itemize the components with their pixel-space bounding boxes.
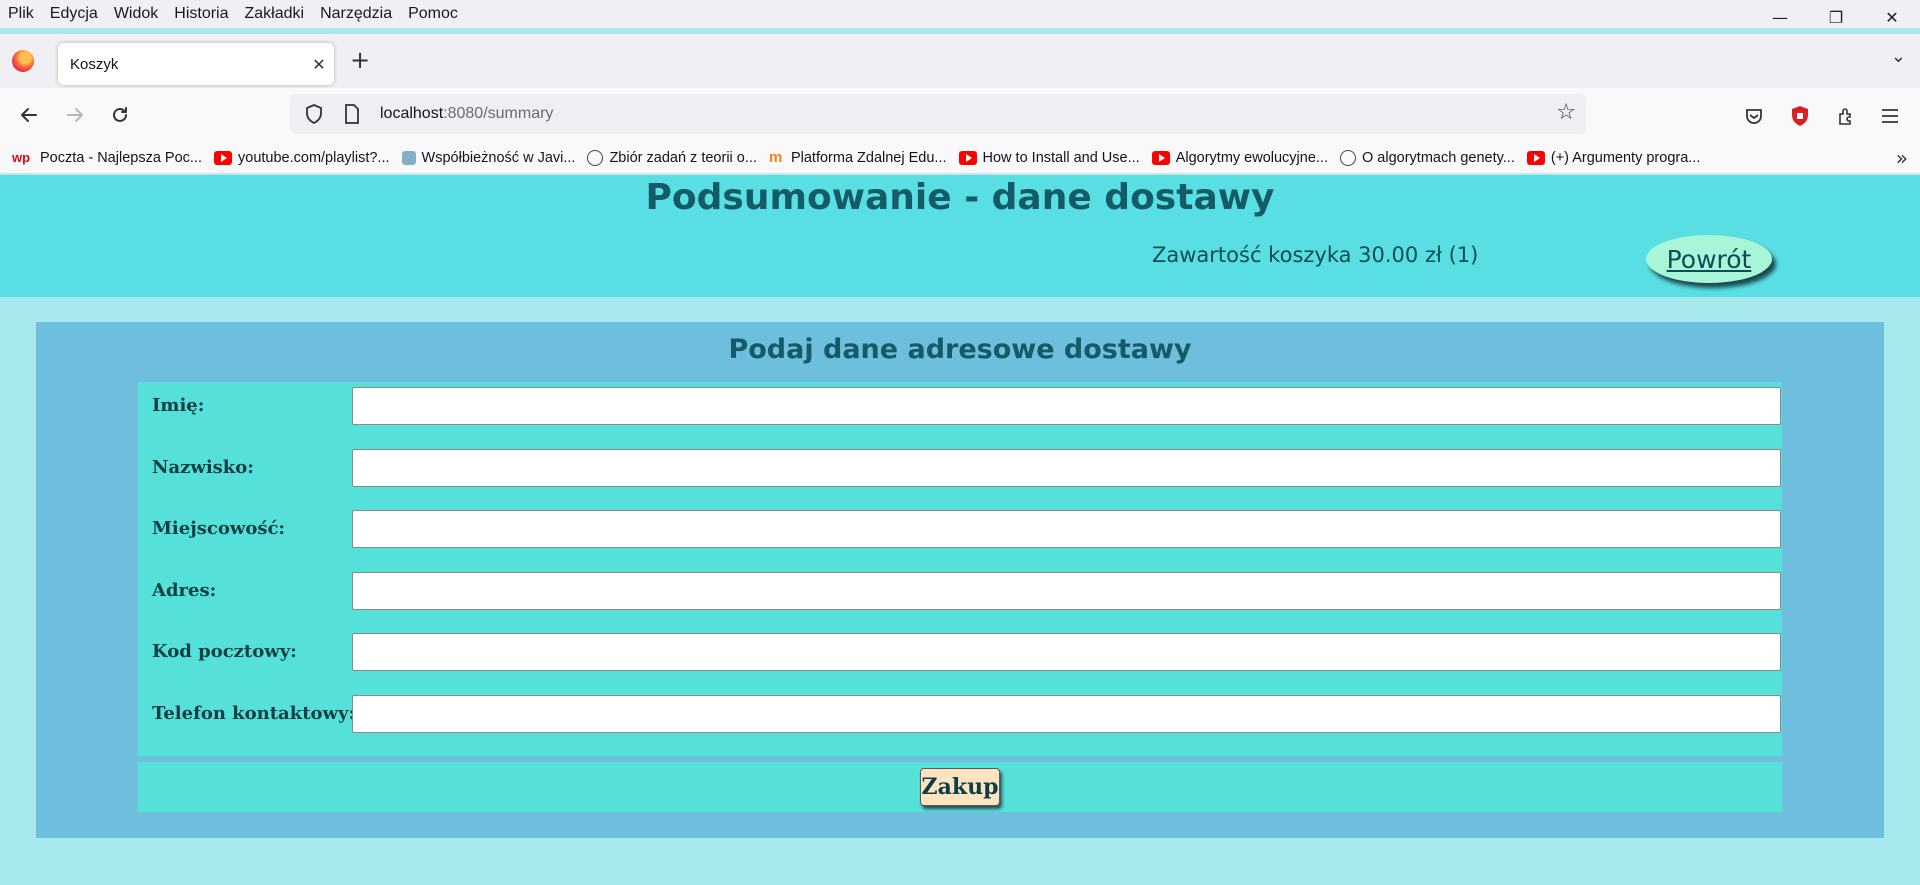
cart-summary: Zawartość koszyka 30.00 zł (1) — [1152, 243, 1479, 267]
globe-icon — [587, 149, 604, 166]
bookmark-item[interactable]: (+) Argumenty progra... — [1526, 149, 1701, 166]
menu-narzedzia[interactable]: Narzędzia — [320, 0, 392, 28]
url-bar[interactable]: localhost:8080/summary ☆ — [290, 94, 1586, 134]
menu-bar: Plik Edycja Widok Historia Zakładki Narz… — [0, 0, 1920, 28]
bookmark-label: How to Install and Use... — [982, 149, 1140, 166]
page-title: Podsumowanie - dane dostawy — [645, 177, 1275, 218]
bookmark-label: youtube.com/playlist?... — [238, 149, 390, 166]
tab-koszyk[interactable]: Koszyk ✕ — [58, 43, 334, 85]
menu-pomoc[interactable]: Pomoc — [408, 0, 458, 28]
bookmark-label: Platforma Zdalnej Edu... — [790, 149, 947, 166]
bookmark-item[interactable]: Zbiór zadań z teorii o... — [587, 149, 757, 166]
form-title: Podaj dane adresowe dostawy — [728, 334, 1192, 365]
url-path: :8080/summary — [443, 105, 554, 122]
page-icon[interactable] — [338, 100, 366, 128]
field-label: Telefon kontaktowy: — [152, 703, 356, 724]
fields-box: Imię: Nazwisko: Miejscowość: Adres: Kod … — [138, 382, 1782, 756]
globe-icon — [1340, 149, 1356, 166]
bookmark-item[interactable]: youtube.com/playlist?... — [214, 150, 390, 166]
bookmark-label: Współbieżność w Javi... — [421, 149, 576, 166]
field-label: Miejscowość: — [152, 518, 286, 539]
tab-title: Koszyk — [70, 55, 119, 73]
back-button[interactable]: Powrót — [1646, 235, 1772, 283]
field-label: Adres: — [152, 580, 217, 601]
page-header: Podsumowanie - dane dostawy Zawartość ko… — [0, 175, 1920, 297]
youtube-icon — [214, 150, 232, 165]
bookmark-item[interactable]: wp Poczta - Najlepsza Poc... — [12, 150, 202, 166]
shield-icon[interactable] — [300, 100, 328, 128]
delivery-form-panel: Podaj dane adresowe dostawy Imię: Nazwis… — [36, 322, 1884, 838]
moodle-icon: m — [768, 148, 783, 166]
close-window-icon[interactable]: ✕ — [1864, 0, 1920, 34]
bookmark-label: Algorytmy ewolucyjne... — [1175, 149, 1328, 166]
window-controls: — ❐ ✕ — [1752, 0, 1920, 34]
bookmark-item[interactable]: m Platforma Zdalnej Edu... — [769, 150, 947, 166]
purchase-button[interactable]: Zakup — [920, 768, 1000, 806]
java-icon — [401, 150, 416, 165]
menu-plik[interactable]: Plik — [8, 0, 34, 28]
field-label: Kod pocztowy: — [152, 641, 297, 662]
youtube-icon — [1151, 150, 1170, 165]
bookmark-label: Poczta - Najlepsza Poc... — [40, 149, 202, 166]
forward-arrow-icon[interactable] — [60, 100, 90, 130]
field-label: Nazwisko: — [152, 457, 254, 478]
menu-edycja[interactable]: Edycja — [50, 0, 98, 28]
navigation-bar: localhost:8080/summary ☆ — [0, 88, 1920, 142]
field-row-adres: Adres: — [138, 572, 1782, 610]
field-row-nazwisko: Nazwisko: — [138, 449, 1782, 487]
bookmark-item[interactable]: Współbieżność w Javi... — [401, 149, 576, 166]
minimize-icon[interactable]: — — [1752, 0, 1808, 34]
submit-box: Zakup — [138, 762, 1782, 812]
list-all-tabs-icon[interactable]: ⌄ — [1891, 46, 1906, 67]
hamburger-menu-icon[interactable] — [1876, 102, 1904, 130]
extensions-icon[interactable] — [1832, 102, 1860, 130]
firefox-logo-icon[interactable] — [12, 50, 34, 72]
reload-icon[interactable] — [105, 100, 135, 130]
bookmarks-toolbar: wp Poczta - Najlepsza Poc... youtube.com/… — [0, 142, 1920, 174]
bookmark-label: Zbiór zadań z teorii o... — [609, 149, 757, 166]
field-row-miejscowosc: Miejscowość: — [138, 510, 1782, 548]
bookmark-item[interactable]: O algorytmach genety... — [1340, 149, 1515, 166]
page-content: Podsumowanie - dane dostawy Zawartość ko… — [0, 175, 1920, 885]
postal-code-input[interactable] — [352, 633, 1781, 671]
tab-close-icon[interactable]: ✕ — [304, 55, 334, 74]
field-row-imie: Imię: — [138, 387, 1782, 425]
url-host: localhost — [380, 105, 444, 122]
url-text: localhost:8080/summary — [380, 105, 553, 123]
restore-icon[interactable]: ❐ — [1808, 0, 1864, 34]
last-name-input[interactable] — [352, 449, 1781, 487]
menu-zakladki[interactable]: Zakładki — [245, 0, 305, 28]
bookmark-label: (+) Argumenty progra... — [1550, 149, 1701, 166]
bookmark-item[interactable]: Algorytmy ewolucyjne... — [1151, 149, 1328, 166]
shield-extension-icon[interactable] — [1786, 102, 1814, 130]
bookmark-item[interactable]: How to Install and Use... — [958, 149, 1140, 166]
bookmark-star-icon[interactable]: ☆ — [1556, 100, 1576, 125]
field-label: Imię: — [152, 395, 205, 416]
wp-icon: wp — [12, 149, 31, 165]
field-row-telefon: Telefon kontaktowy: — [138, 695, 1782, 733]
tab-bar: Koszyk ✕ + ⌄ — [0, 34, 1920, 88]
back-arrow-icon[interactable] — [14, 100, 44, 130]
first-name-input[interactable] — [352, 387, 1781, 425]
pocket-icon[interactable] — [1740, 102, 1768, 130]
youtube-icon — [958, 150, 977, 165]
menu-historia[interactable]: Historia — [174, 0, 228, 28]
address-input[interactable] — [352, 572, 1781, 610]
new-tab-icon[interactable]: + — [350, 46, 370, 74]
city-input[interactable] — [352, 510, 1781, 548]
phone-input[interactable] — [352, 695, 1781, 733]
chevron-double-right-icon[interactable]: » — [1896, 146, 1908, 170]
menu-widok[interactable]: Widok — [114, 0, 158, 28]
bookmark-label: O algorytmach genety... — [1362, 149, 1515, 166]
youtube-icon — [1526, 150, 1545, 165]
field-row-kod-pocztowy: Kod pocztowy: — [138, 633, 1782, 671]
